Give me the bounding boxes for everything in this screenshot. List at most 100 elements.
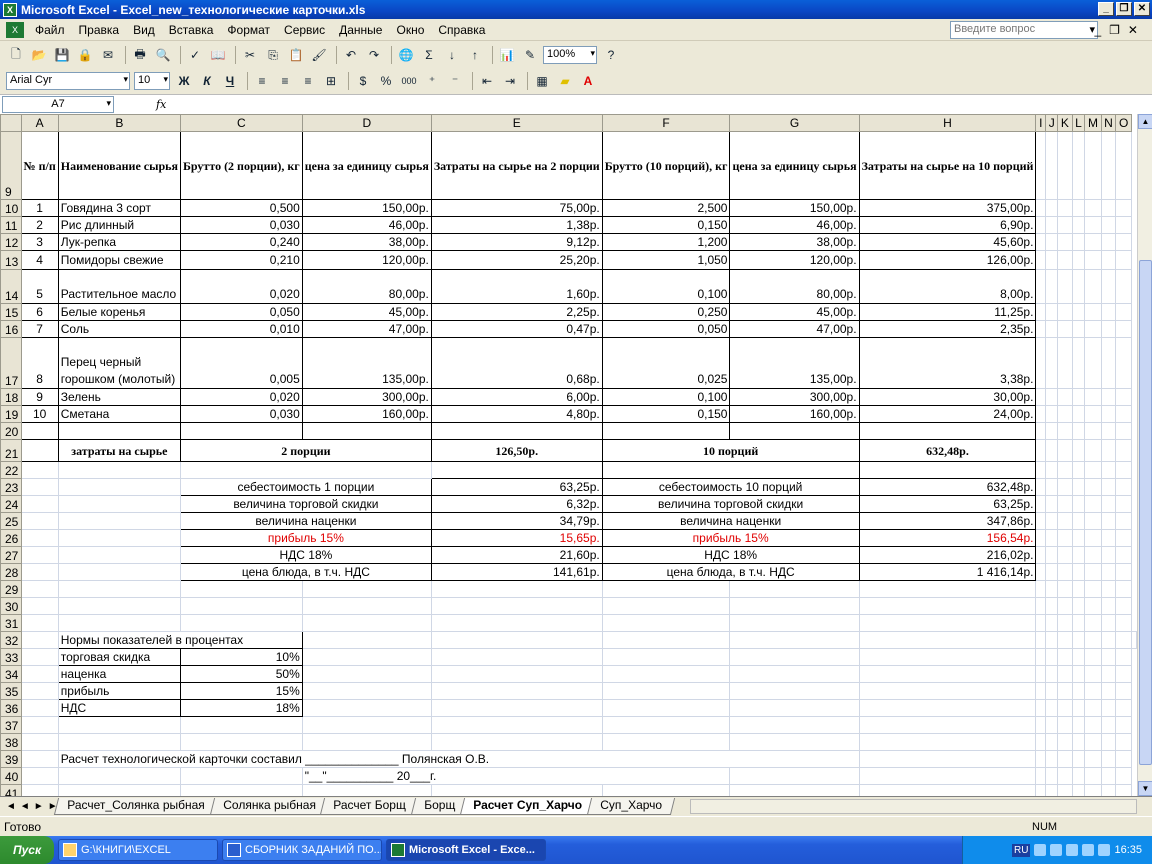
cell[interactable] [1035, 233, 1047, 251]
cell[interactable] [1035, 461, 1047, 479]
column-header[interactable]: B [57, 114, 181, 132]
cell[interactable] [1035, 699, 1047, 717]
cell[interactable] [1071, 631, 1086, 649]
tray-icon[interactable] [1050, 844, 1063, 856]
gross-10-cell[interactable]: 0,100 [601, 388, 731, 406]
portions-10-label[interactable]: 10 порций [601, 439, 860, 462]
calc-label-10-cell[interactable]: цена блюда, в т.ч. НДС [601, 563, 860, 581]
cell[interactable] [301, 784, 432, 796]
permission-icon[interactable]: 🔒 [75, 45, 95, 65]
cell[interactable] [1100, 337, 1117, 389]
cell[interactable] [1045, 580, 1059, 598]
cell[interactable] [1045, 461, 1059, 479]
row-header[interactable]: 22 [0, 461, 22, 479]
cell[interactable] [1084, 388, 1102, 406]
cell[interactable] [1057, 461, 1073, 479]
increase-decimal-icon[interactable]: ⁺ [422, 71, 442, 91]
cell[interactable] [1057, 563, 1073, 581]
cell[interactable] [1071, 580, 1086, 598]
cell-grid[interactable]: A B C D E F G H I J K L M N O 9 № п/п На… [0, 114, 1137, 796]
cell[interactable] [1035, 682, 1047, 700]
cell[interactable] [57, 461, 181, 479]
cell[interactable] [1100, 750, 1117, 768]
cell[interactable] [1115, 767, 1132, 785]
cell[interactable] [1057, 529, 1073, 547]
cell[interactable] [1071, 303, 1086, 321]
cell[interactable] [1035, 478, 1047, 496]
cell[interactable] [1071, 750, 1086, 768]
row-header[interactable]: 34 [0, 665, 22, 683]
cell[interactable] [1045, 682, 1059, 700]
norm-label-cell[interactable]: наценка [57, 665, 181, 683]
cell[interactable] [20, 750, 59, 768]
cell[interactable] [1084, 439, 1102, 462]
cell[interactable] [729, 699, 860, 717]
cell[interactable] [1045, 131, 1059, 200]
cell[interactable] [301, 597, 432, 615]
unit-price-cell[interactable]: 80,00р. [301, 269, 432, 304]
cell[interactable] [1100, 303, 1117, 321]
tab-sheet[interactable]: Солянка рыбная [209, 798, 329, 815]
underline-button[interactable]: Ч [220, 71, 240, 91]
cell[interactable] [1057, 320, 1073, 338]
cell[interactable] [1100, 269, 1117, 304]
calc-value-10-cell[interactable]: 216,02р. [858, 546, 1037, 564]
cell[interactable] [1071, 665, 1086, 683]
cell[interactable] [858, 665, 1037, 683]
column-header[interactable]: C [179, 114, 303, 132]
cell[interactable] [1045, 699, 1059, 717]
cell[interactable] [301, 682, 432, 700]
row-header[interactable]: 11 [0, 216, 22, 234]
cell[interactable] [1057, 233, 1073, 251]
cell[interactable] [601, 580, 731, 598]
cell[interactable] [179, 580, 303, 598]
unit-price-cell[interactable]: 120,00р. [301, 250, 432, 270]
cost-10-cell[interactable]: 375,00р. [858, 199, 1037, 217]
cell[interactable] [858, 750, 1037, 768]
font-size-select[interactable]: 10 ▾ [134, 72, 170, 90]
total-10-cell[interactable]: 632,48р. [858, 439, 1037, 462]
cell[interactable] [1035, 422, 1047, 440]
unit-price-10-cell[interactable]: 47,00р. [729, 320, 860, 338]
column-header[interactable]: E [430, 114, 603, 132]
gross-2-cell[interactable]: 0,020 [179, 269, 303, 304]
decrease-decimal-icon[interactable]: ⁻ [445, 71, 465, 91]
cell[interactable] [20, 495, 59, 513]
calc-label-cell[interactable]: НДС 18% [179, 546, 432, 564]
cell[interactable] [1115, 665, 1132, 683]
row-header[interactable]: 13 [0, 250, 22, 270]
cell[interactable] [1071, 320, 1086, 338]
cell[interactable] [1100, 648, 1117, 666]
item-name-cell[interactable]: Белые коренья [57, 303, 181, 321]
row-header[interactable]: 19 [0, 405, 22, 423]
cell[interactable] [1115, 648, 1132, 666]
tab-sheet[interactable]: Расчет Борщ [320, 798, 419, 815]
cell[interactable] [1084, 529, 1102, 547]
cell[interactable] [1057, 699, 1073, 717]
cost-2-cell[interactable]: 9,12р. [430, 233, 603, 251]
row-header[interactable]: 35 [0, 682, 22, 700]
signature-line-cell[interactable]: Расчет технологической карточки составил… [57, 750, 860, 768]
cell[interactable] [57, 422, 181, 440]
cell[interactable] [430, 597, 603, 615]
cell[interactable] [1115, 495, 1132, 513]
maximize-button[interactable]: ❐ [1116, 2, 1132, 16]
cell[interactable] [1100, 767, 1117, 785]
cell[interactable] [1100, 233, 1117, 251]
row-header[interactable]: 23 [0, 478, 22, 496]
align-left-icon[interactable]: ≡ [252, 71, 272, 91]
cost-10-cell[interactable]: 24,00р. [858, 405, 1037, 423]
cell[interactable] [1057, 750, 1073, 768]
copy-icon[interactable]: ⎘ [263, 45, 283, 65]
gross-10-cell[interactable]: 0,150 [601, 216, 731, 234]
cell[interactable] [1045, 495, 1059, 513]
taskbar-item-word[interactable]: СБОРНИК ЗАДАНИЙ ПО... [222, 839, 382, 861]
norm-value-cell[interactable]: 15% [179, 682, 303, 700]
cell[interactable] [1057, 250, 1073, 270]
cell[interactable] [729, 682, 860, 700]
cost-10-cell[interactable]: 3,38р. [858, 337, 1037, 389]
cell[interactable] [1045, 422, 1059, 440]
cell[interactable] [20, 767, 59, 785]
cell[interactable] [1084, 199, 1102, 217]
cell[interactable] [57, 784, 181, 796]
